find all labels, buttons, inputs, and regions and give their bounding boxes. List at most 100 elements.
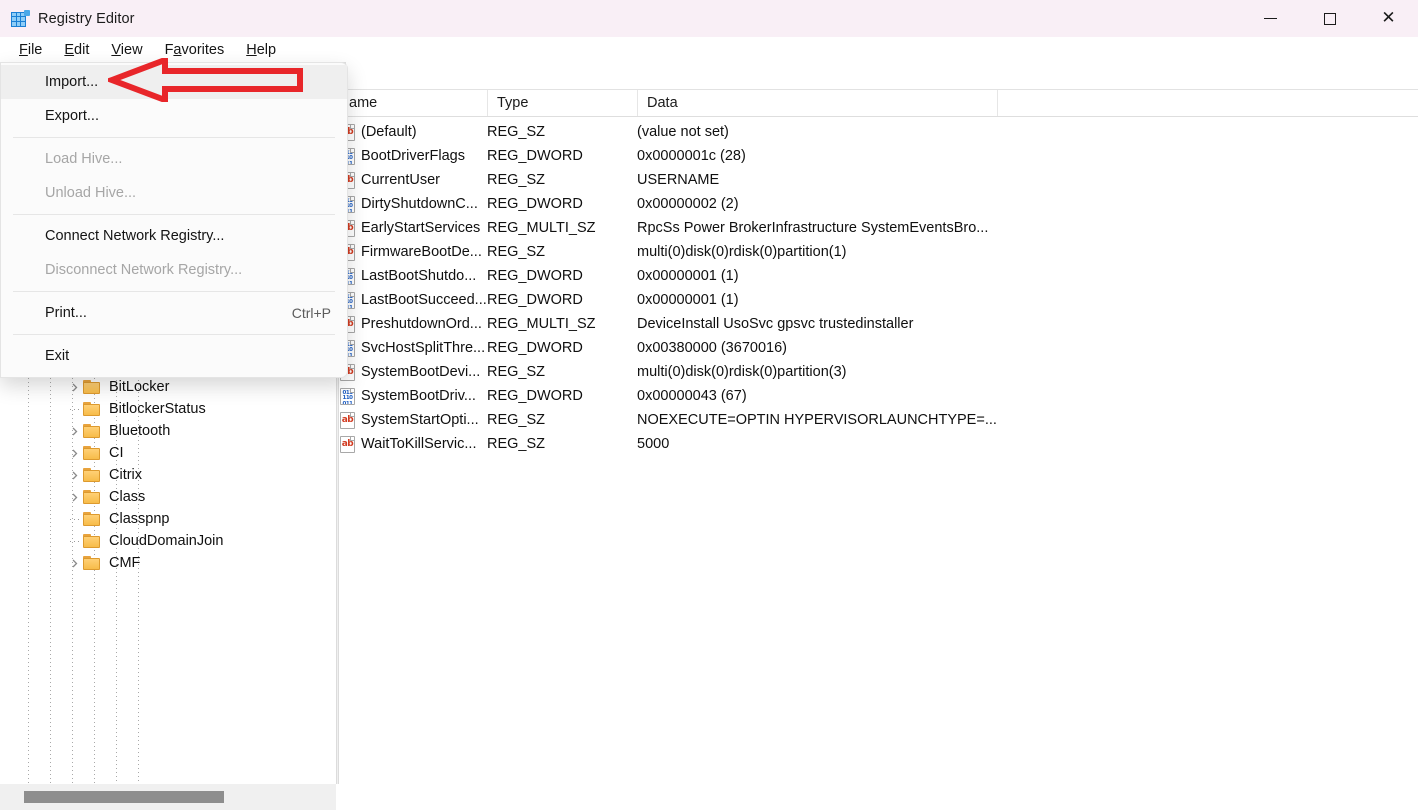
value-data: NOEXECUTE=OPTIN HYPERVISORLAUNCHTYPE=... (637, 412, 997, 428)
value-data: 0x00000001 (1) (637, 268, 739, 284)
value-row[interactable]: abSystemBootDevi... REG_SZ multi(0)disk(0)… (340, 360, 1418, 384)
file-menu-disconnect-network-registry: Disconnect Network Registry... (1, 253, 347, 287)
value-name-cell: 011110011LastBootShutdo... (340, 264, 476, 288)
tree-item-label: Bluetooth (109, 423, 171, 439)
value-name-cell: 011110011DirtyShutdownC... (340, 192, 478, 216)
string-value-icon: ab (340, 435, 355, 453)
file-menu-print[interactable]: Print... Ctrl+P (1, 296, 347, 330)
value-name: PreshutdownOrd... (361, 316, 482, 332)
folder-icon (83, 445, 102, 461)
menu-item-label: Import... (45, 74, 99, 90)
folder-icon (83, 511, 102, 527)
chevron-right-icon[interactable] (66, 442, 83, 464)
folder-icon (83, 467, 102, 483)
value-name: LastBootShutdo... (361, 268, 477, 284)
value-row[interactable]: 011110011DirtyShutdownC... REG_DWORD 0x000… (340, 192, 1418, 216)
value-name-cell: 011110011BootDriverFlags (340, 144, 465, 168)
value-type: REG_DWORD (487, 340, 583, 356)
registry-editor-icon (11, 9, 30, 28)
value-data: USERNAME (637, 172, 720, 188)
tree-item-clouddomainjoin[interactable]: CloudDomainJoin (0, 530, 336, 552)
folder-icon (83, 489, 102, 505)
list-column-headers: ame Type Data (340, 90, 1418, 117)
file-menu-exit[interactable]: Exit (1, 339, 347, 373)
menu-item-label: Export... (45, 108, 99, 124)
menu-help[interactable]: Help (236, 40, 286, 60)
registry-value-list-panel[interactable]: ameTypeData ab(Default)REG_SZ(value not … (340, 90, 1418, 810)
file-menu-connect-network-registry[interactable]: Connect Network Registry... (1, 219, 347, 253)
value-data: 0x00380000 (3670016) (637, 340, 787, 356)
value-row[interactable]: abPreshutdownOrd... REG_MULTI_SZ DeviceIns… (340, 312, 1418, 336)
file-menu-dropdown[interactable]: Import... Export... Load Hive... Unload Hiv… (0, 62, 348, 378)
menu-item-label: Print... (45, 305, 87, 321)
tree-item-citrix[interactable]: Citrix (0, 464, 336, 486)
tree-horizontal-scrollbar[interactable] (0, 784, 336, 810)
value-name: (Default) (361, 124, 417, 140)
file-menu-export[interactable]: Export... (1, 99, 347, 133)
menu-favorites[interactable]: Favorites (155, 40, 235, 60)
chevron-right-icon[interactable] (66, 486, 83, 508)
file-menu-import[interactable]: Import... (1, 65, 347, 99)
tree-item-bitlocker[interactable]: BitLocker (0, 376, 336, 398)
tree-item-ci[interactable]: CI (0, 442, 336, 464)
minimize-button[interactable] (1241, 0, 1300, 37)
value-row[interactable]: abCurrentUser REG_SZ USERNAME (340, 168, 1418, 192)
value-name: SystemBootDriv... (361, 388, 476, 404)
value-name: LastBootSucceed... (361, 292, 487, 308)
maximize-button[interactable] (1300, 0, 1359, 37)
value-name-cell: ab WaitToKillServic... (340, 432, 476, 456)
maximize-icon (1323, 12, 1336, 25)
minimize-icon (1264, 18, 1277, 19)
value-name: EarlyStartServices (361, 220, 481, 236)
chevron-right-icon[interactable] (66, 420, 83, 442)
folder-icon (83, 555, 102, 571)
value-data: multi(0)disk(0)rdisk(0)partition(1) (637, 244, 847, 260)
tree-item-label: Class (109, 489, 146, 505)
chevron-right-icon[interactable] (66, 376, 83, 398)
value-row[interactable]: 011 110 011 SystemBootDriv... REG_DWORD 0x000… (340, 384, 1418, 408)
value-row[interactable]: ab SystemStartOpti... REG_SZ NOEXECUTE=OPT… (340, 408, 1418, 432)
value-row[interactable]: 011110011LastBootShutdo... REG_DWORD 0x000… (340, 264, 1418, 288)
chevron-right-icon[interactable] (66, 552, 83, 574)
menu-file[interactable]: File (9, 40, 52, 60)
tree-item-class[interactable]: Class (0, 486, 336, 508)
value-data: 0x0000001c (28) (637, 148, 746, 164)
value-data: 0x00000001 (1) (637, 292, 739, 308)
scrollbar-thumb[interactable] (24, 791, 224, 803)
tree-item-classpnp[interactable]: Classpnp (0, 508, 336, 530)
tree-item-label: CI (109, 445, 124, 461)
value-row[interactable]: 011110011BootDriverFlags REG_DWORD 0x00000… (340, 144, 1418, 168)
menu-edit[interactable]: Edit (54, 40, 99, 60)
value-row[interactable]: 011110011LastBootSucceed...REG_DWORD 0x00… (340, 288, 1418, 312)
window-controls: ✕ (1241, 0, 1418, 37)
value-type: REG_SZ (487, 244, 546, 260)
close-button[interactable]: ✕ (1359, 0, 1418, 37)
value-row[interactable]: 011110011SvcHostSplitThre...REG_DWORD 0x0… (340, 336, 1418, 360)
column-header-type[interactable]: Type (487, 90, 637, 116)
tree-item-label: BitlockerStatus (109, 401, 206, 417)
column-header-ame[interactable]: ame (340, 90, 487, 116)
value-row[interactable]: abEarlyStartServices REG_MULTI_SZ RpcSs Po… (340, 216, 1418, 240)
value-name-cell: ab(Default) (340, 120, 417, 144)
value-name: WaitToKillServic... (361, 436, 477, 452)
menu-item-label: Connect Network Registry... (45, 228, 225, 244)
tree-item-cmf[interactable]: CMF (0, 552, 336, 574)
tree-item-bluetooth[interactable]: Bluetooth (0, 420, 336, 442)
menu-item-label: Exit (45, 348, 70, 364)
value-name-cell: 011110011SvcHostSplitThre... (340, 336, 485, 360)
value-row[interactable]: ab(Default) REG_SZ (value not set) (340, 120, 1418, 144)
chevron-right-icon[interactable] (66, 464, 83, 486)
menu-separator (13, 214, 335, 215)
value-row[interactable]: abFirmwareBootDe... REG_SZ multi(0)disk(0)… (340, 240, 1418, 264)
column-header-data[interactable]: Data (637, 90, 997, 116)
menu-view[interactable]: View (101, 40, 152, 60)
value-name-cell: abEarlyStartServices (340, 216, 480, 240)
value-name-cell: 011 110 011 SystemBootDriv... (340, 384, 476, 408)
value-data: DeviceInstall UsoSvc gpsvc trustedinstal… (637, 316, 914, 332)
value-type: REG_DWORD (487, 148, 583, 164)
file-menu-load-hive: Load Hive... (1, 142, 347, 176)
tree-item-bitlockerstatus[interactable]: BitlockerStatus (0, 398, 336, 420)
menu-bar: File Edit View Favorites Help (0, 37, 1418, 62)
value-row[interactable]: ab WaitToKillServic... REG_SZ 5000 (340, 432, 1418, 456)
value-name: BootDriverFlags (361, 148, 465, 164)
